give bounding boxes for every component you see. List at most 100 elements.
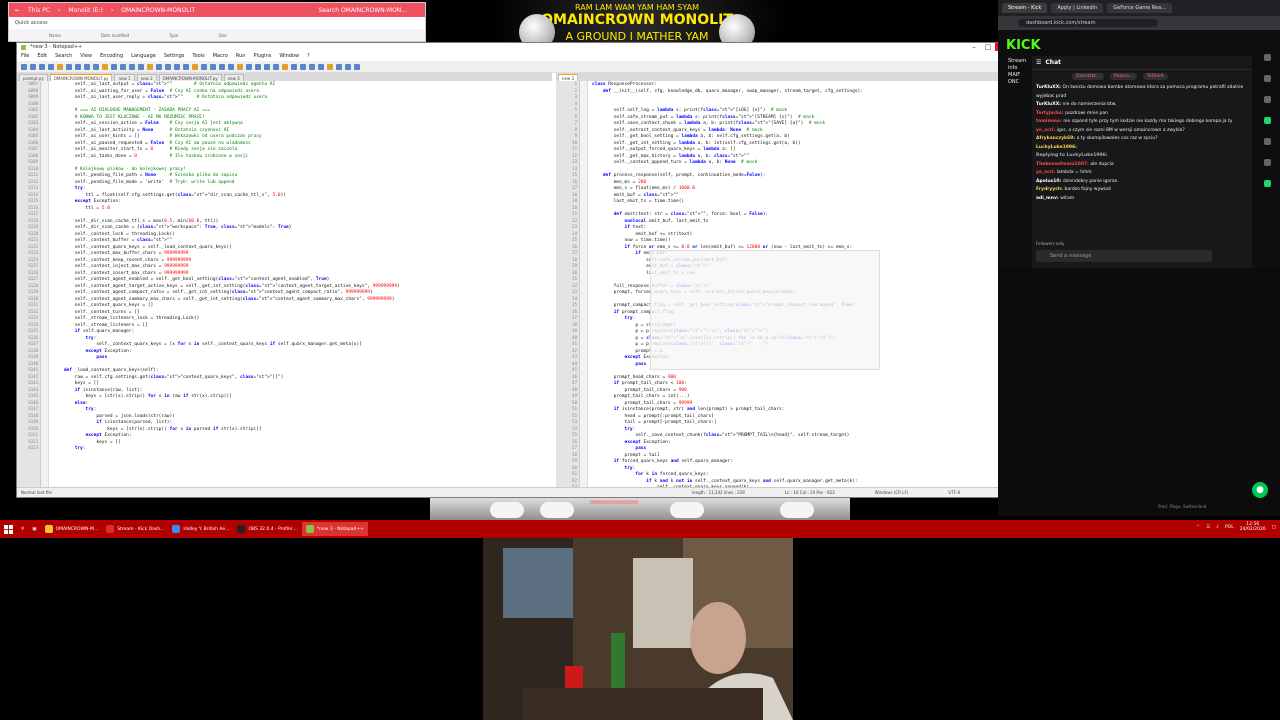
chat-toggle-icon[interactable] [1263, 117, 1271, 124]
toolbar-button-icon[interactable] [21, 63, 27, 70]
clips-icon[interactable] [1263, 138, 1271, 145]
menu-item[interactable]: Search [55, 53, 72, 59]
taskbar-app[interactable]: Halley Y. British Ae... [168, 522, 233, 536]
toolbar-button-icon[interactable] [300, 63, 306, 70]
editor-tab[interactable]: OMAINCROWN-MONOLIT.py [158, 74, 222, 81]
toolbar-button-icon[interactable] [111, 63, 117, 70]
toolbar-button-icon[interactable] [237, 63, 243, 70]
chat-username[interactable]: yo_scri: [1036, 128, 1057, 133]
chat-message[interactable]: adi_mnv: witam [1036, 195, 1248, 204]
chat-message[interactable]: Apolus10: dziendobry panie igorze. [1036, 178, 1248, 187]
toolbar-button-icon[interactable] [102, 63, 108, 70]
taskbar-app[interactable]: *new 3 - Notepad++ [301, 522, 368, 536]
pinned-user[interactable]: Polaco... [1110, 72, 1137, 80]
toolbar-button-icon[interactable] [219, 63, 225, 70]
task-view-icon[interactable]: ▣ [28, 522, 40, 536]
toolbar-button-icon[interactable] [84, 63, 90, 70]
code-editor[interactable]: self._ai_last_output = class="st">"" # O… [49, 81, 552, 488]
toolbar-button-icon[interactable] [327, 63, 333, 70]
toolbar-button-icon[interactable] [66, 63, 72, 70]
browser-tab[interactable]: GeForce Game Rea... [1107, 3, 1172, 13]
chat-message-list[interactable]: TurKluXX: On tworzu domowa bombe atomowa… [1032, 82, 1252, 205]
chat-username[interactable]: tomimmo: [1036, 119, 1063, 124]
menu-item[interactable]: Run [236, 53, 246, 59]
chat-username[interactable]: Tortyjacks: [1036, 111, 1065, 116]
menu-item[interactable]: ? [307, 53, 310, 59]
editor-tab[interactable]: new 2 [136, 74, 157, 81]
language-indicator[interactable]: POL [1225, 525, 1234, 530]
minimize-button[interactable]: – [967, 43, 981, 51]
toolbar-button-icon[interactable] [255, 63, 261, 70]
menu-item[interactable]: Macro [213, 53, 228, 59]
chat-message[interactable]: yo_scri: lambda = hihm [1036, 169, 1248, 178]
tray-icon[interactable]: ⌃ [1196, 525, 1200, 530]
toolbar-button-icon[interactable] [57, 63, 63, 70]
pinned-user[interactable]: TeOnkA [1142, 72, 1168, 80]
chat-username[interactable]: LuckyLuke1996: [1036, 145, 1077, 150]
menu-item[interactable]: Window [279, 53, 299, 59]
editor-tab[interactable]: new 3 [558, 74, 579, 81]
browser-tab[interactable]: Stream - Kick [1002, 3, 1048, 13]
menu-item[interactable]: Tools [192, 53, 204, 59]
chat-message-input[interactable]: Send a message [1036, 250, 1212, 262]
toolbar-button-icon[interactable] [120, 63, 126, 70]
toolbar-button-icon[interactable] [318, 63, 324, 70]
browser-tab[interactable]: Apply | Linkedin [1051, 3, 1104, 13]
chat-username[interactable]: Frydryych: [1036, 187, 1064, 192]
maximize-button[interactable]: □ [981, 43, 995, 51]
support-chat-icon[interactable]: ● [1252, 482, 1268, 498]
stream-toggle-icon[interactable] [1263, 180, 1271, 187]
volume-icon[interactable]: ♪ [1216, 525, 1219, 530]
editor-tab[interactable]: new 1 [114, 74, 135, 81]
menu-item[interactable]: Language [131, 53, 156, 59]
kick-logo[interactable]: KICK [1006, 38, 1041, 53]
chat-message[interactable]: LuckyLuke1996: [1036, 144, 1248, 153]
toolbar-button-icon[interactable] [264, 63, 270, 70]
chat-message[interactable]: yo_scri: igor, a czym sie rozni 8M w wer… [1036, 127, 1248, 136]
toolbar-button-icon[interactable] [228, 63, 234, 70]
column-header[interactable]: Size [218, 33, 226, 38]
toolbar-button-icon[interactable] [75, 63, 81, 70]
menu-item[interactable]: Plugins [253, 53, 271, 59]
chat-username[interactable]: TurKluXX: [1036, 85, 1063, 90]
menu-item[interactable]: View [80, 53, 92, 59]
taskbar-app[interactable]: Stream - Kick Dash... [102, 522, 168, 536]
users-icon[interactable] [1263, 96, 1271, 103]
toolbar-button-icon[interactable] [183, 63, 189, 70]
toolbar-button-icon[interactable] [156, 63, 162, 70]
network-icon[interactable]: ☰ [1206, 525, 1210, 530]
mod-icon[interactable] [1263, 159, 1271, 166]
menu-item[interactable]: Settings [164, 53, 185, 59]
toolbar-button-icon[interactable] [30, 63, 36, 70]
editor-tab[interactable]: prompt.py [19, 74, 48, 81]
chat-username[interactable]: adi_mnv: [1036, 196, 1060, 201]
chat-message[interactable]: tomimmo: nie szpond tyle przy tym kodzie… [1036, 118, 1248, 127]
menu-item[interactable]: Encoding [100, 53, 123, 59]
fold-margin[interactable] [580, 81, 588, 488]
chat-username[interactable]: Thebossofmani1007: [1036, 162, 1090, 167]
back-icon[interactable]: ← [15, 7, 20, 14]
toolbar-button-icon[interactable] [192, 63, 198, 70]
explorer-path-0[interactable]: This PC [28, 7, 50, 14]
chat-username[interactable]: Apolus10: [1036, 179, 1063, 184]
chat-username[interactable]: Replying to LuckyLuke1996: [1036, 153, 1108, 158]
url-input[interactable]: dashboard.kick.com/stream [1018, 19, 1158, 27]
settings-icon[interactable] [1263, 75, 1271, 82]
chat-message[interactable]: Tortyjacks: pozdrowi mnie pan [1036, 110, 1248, 119]
chat-message[interactable]: Afrykanczyk69: a ty skompilowales cos ra… [1036, 135, 1248, 144]
toolbar-button-icon[interactable] [246, 63, 252, 70]
toolbar-button-icon[interactable] [129, 63, 135, 70]
chat-message[interactable]: TurKluXX: On tworzu domowa bombe atomowa… [1036, 84, 1248, 101]
editor-tab[interactable]: new 3 [223, 74, 244, 81]
chat-username[interactable]: Afrykanczyk69: [1036, 136, 1077, 141]
toolbar-button-icon[interactable] [147, 63, 153, 70]
clock[interactable]: 12:56 24/02/2026 [1240, 522, 1266, 532]
code-line[interactable]: try: [53, 446, 548, 453]
quick-access-label[interactable]: Quick access [15, 20, 48, 26]
file-explorer-window[interactable]: ← This PC › Monolit (E:) › OMAINCROWN-MO… [8, 2, 426, 42]
toolbar-button-icon[interactable] [309, 63, 315, 70]
explorer-path-2[interactable]: OMAINCROWN-MONOLIT [121, 7, 195, 14]
left-editor-pane[interactable]: prompt.py OMAINCROWN MONOLIT.py new 1 new 2… [17, 73, 552, 488]
toolbar-button-icon[interactable] [39, 63, 45, 70]
chat-username[interactable]: TurKluXX: [1036, 102, 1063, 107]
